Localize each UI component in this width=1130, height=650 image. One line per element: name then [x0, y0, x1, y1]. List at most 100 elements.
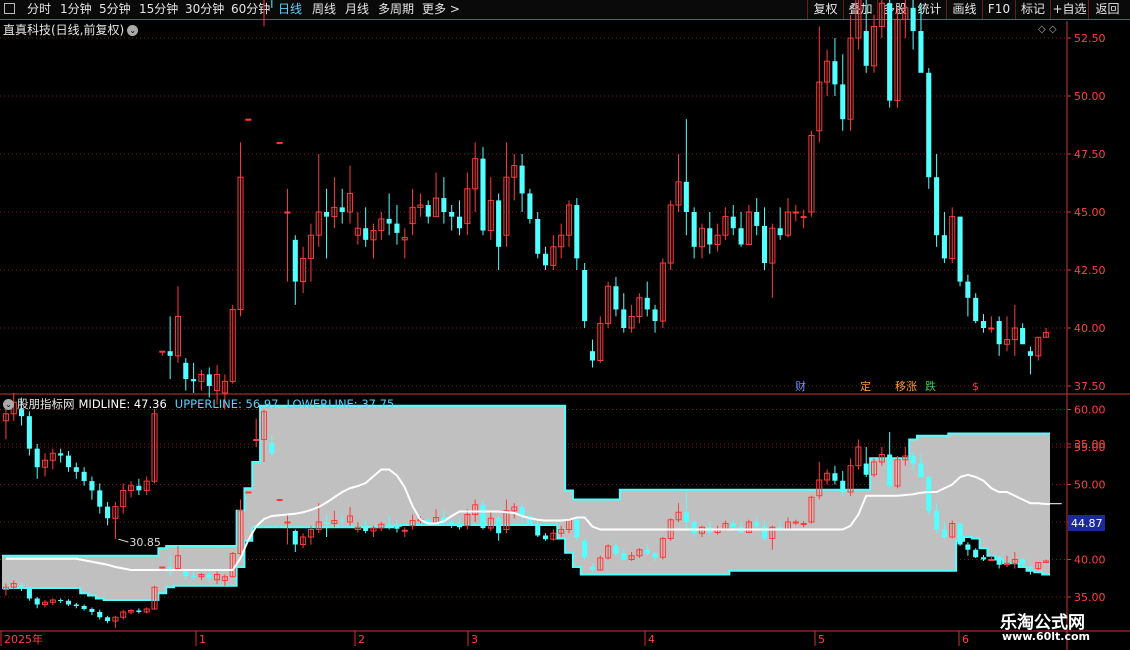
upperline-value: UPPERLINE: 56.97 — [174, 397, 279, 411]
candle-body — [456, 216, 463, 229]
indicator-candle-body — [691, 522, 697, 534]
indicator-candle-body — [840, 480, 846, 492]
indicator-candle-body — [276, 499, 283, 501]
candle-body — [167, 351, 173, 356]
midline-value: MIDLINE: 47.36 — [78, 397, 167, 411]
indicator-candle-body — [81, 606, 87, 609]
candle-body — [58, 453, 64, 456]
candle-body — [957, 216, 963, 282]
candle-body — [425, 205, 431, 217]
indicator-candle-body — [754, 522, 760, 527]
candle-body — [840, 84, 846, 120]
price-tick-label: 52.50 — [1074, 32, 1106, 45]
candle-body — [65, 455, 72, 468]
chevron-down-icon[interactable]: ⌄ — [3, 399, 14, 410]
time-tick-label: 5 — [818, 633, 825, 646]
indicator-candle-body — [996, 557, 1002, 565]
candle-body — [613, 286, 619, 310]
time-tick-label: 6 — [962, 633, 969, 646]
event-marker: 跌 — [925, 379, 936, 393]
indicator-candle-body — [34, 598, 40, 605]
candle-body — [535, 218, 541, 254]
indicator-candle-body — [863, 463, 869, 475]
indicator-candle-body — [918, 463, 924, 477]
candle-body — [777, 228, 783, 236]
indicator-candle-body — [1027, 567, 1033, 569]
indicator-candle-body — [19, 585, 25, 588]
indicator-candle-body — [934, 510, 940, 530]
candle-body — [792, 211, 799, 214]
candle-body — [543, 253, 549, 266]
indicator-candle-body — [58, 600, 64, 601]
candle-body — [97, 490, 103, 507]
price-tick-label: 45.00 — [1074, 206, 1106, 219]
candle-body — [284, 211, 291, 214]
indicator-candle-body — [973, 549, 979, 558]
candle-body — [644, 297, 650, 310]
indicator-candle-body — [621, 553, 627, 560]
low-marker-line — [118, 538, 129, 543]
time-tick-label: 2025年 — [4, 632, 43, 646]
candle-body — [206, 374, 212, 386]
candle-body — [276, 141, 283, 144]
candle-body — [191, 379, 197, 382]
indicator-candle-body — [97, 612, 103, 618]
indicator-candle-body — [683, 512, 689, 522]
candle-body — [910, 7, 916, 32]
indicator-candle-body — [792, 521, 799, 524]
current-value-label: 44.87 — [1071, 517, 1103, 530]
candle-body — [245, 118, 252, 121]
candle-body — [707, 228, 713, 245]
candle-body — [691, 212, 697, 247]
candle-body — [988, 327, 995, 330]
indicator-candle-body — [613, 546, 619, 554]
indicator-candle-body — [401, 529, 408, 532]
indicator-candle-body — [339, 520, 345, 522]
price-tick-label: 50.00 — [1074, 90, 1106, 103]
indicator-candle-body — [582, 540, 588, 558]
candle-body — [574, 205, 580, 259]
time-tick-label: 4 — [648, 633, 655, 646]
candle-body — [527, 193, 533, 219]
indicator-candle-body — [449, 522, 455, 524]
indicator-title: ⌄ 股朋指标网 MIDLINE: 47.36 UPPERLINE: 56.97 LOWE… — [3, 396, 394, 412]
indicator-tick-label: 35.00 — [1074, 591, 1106, 604]
indicator-candle-body — [730, 523, 736, 528]
indicator-candle-body — [1020, 559, 1026, 565]
candle-body — [918, 31, 924, 73]
event-marker: 定 — [860, 379, 871, 393]
indicator-candle-body — [73, 604, 79, 606]
candle-body — [965, 281, 971, 298]
candle-body — [683, 181, 689, 212]
candle-body — [26, 416, 32, 449]
indicator-candle-body — [761, 526, 768, 539]
candle-body — [1027, 351, 1033, 356]
candle-body — [973, 297, 979, 322]
event-marker: 移涨 — [895, 380, 917, 393]
candle-body — [621, 309, 627, 328]
indicator-name: 股朋指标网 — [17, 397, 75, 411]
price-tick-label: 40.00 — [1074, 322, 1106, 335]
candle-body — [105, 506, 111, 519]
indicator-candle-body — [394, 525, 400, 529]
candle-body — [730, 216, 736, 229]
indicator-candle-body — [535, 524, 541, 536]
indicator-candle-body — [926, 477, 932, 511]
event-marker: 财 — [795, 379, 806, 393]
candle-body — [582, 270, 588, 322]
candle-body — [738, 228, 744, 245]
kline-chart[interactable]: 60.0057.5055.0052.5050.0047.5045.0042.50… — [0, 0, 1130, 650]
price-tick-label: 37.50 — [1074, 380, 1106, 393]
indicator-candle-body — [910, 456, 916, 464]
indicator-candle-body — [965, 544, 971, 550]
indicator-candle-body — [89, 609, 95, 612]
candle-body — [394, 223, 400, 233]
candle-body — [519, 165, 525, 194]
indicator-tick-label: 50.00 — [1074, 479, 1106, 492]
candle-body — [363, 228, 369, 240]
indicator-candle-body — [206, 574, 212, 579]
candle-body — [81, 471, 87, 482]
price-tick-label: 47.50 — [1074, 148, 1106, 161]
indicator-candle-body — [105, 617, 111, 621]
indicator-candle-body — [159, 566, 166, 569]
